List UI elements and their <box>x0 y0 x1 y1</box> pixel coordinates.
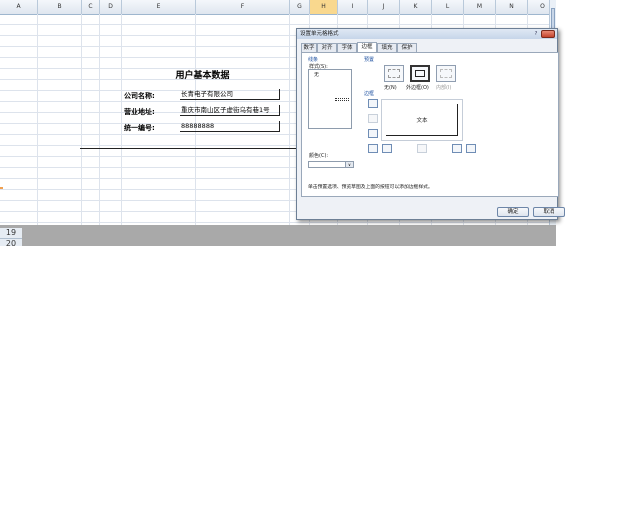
dialog-title: 设置单元格格式 <box>297 29 557 39</box>
scrollbar-thumb[interactable] <box>551 8 555 30</box>
cancel-button[interactable]: 取消 <box>533 207 565 217</box>
tab-fill[interactable]: 填充 <box>377 43 397 52</box>
preview-text: 文本 <box>416 118 428 124</box>
company-name-cell[interactable]: 长青电子有限公司 <box>180 89 280 100</box>
presets-group-label: 预置 <box>364 57 375 63</box>
border-center-button[interactable] <box>417 144 427 153</box>
column-header-g[interactable]: G <box>290 0 310 14</box>
grid-row-line <box>0 24 556 25</box>
close-icon[interactable] <box>541 30 555 38</box>
column-header-bar: ABCDEFGHIJKLMNOP <box>0 0 556 15</box>
format-cells-dialog: 设置单元格格式 ? 数字 对齐 字体 边框 填充 保护 线条 样式(S): 无 … <box>296 28 565 220</box>
border-group-label: 边框 <box>364 91 375 97</box>
tab-alignment[interactable]: 对齐 <box>317 43 337 52</box>
business-address-cell[interactable]: 重庆市南山区子虚街乌有巷1号 <box>180 105 280 116</box>
border-bottom-button[interactable] <box>368 129 378 138</box>
chevron-down-icon[interactable]: ∨ <box>345 162 353 167</box>
column-header-h[interactable]: H <box>310 0 338 14</box>
column-header-k[interactable]: K <box>400 0 432 14</box>
help-icon[interactable]: ? <box>533 31 539 37</box>
preset-inside-icon <box>440 69 452 78</box>
business-address-label: 营业地址: <box>124 108 155 116</box>
preset-inside-label: 内部(I) <box>436 85 452 91</box>
border-right-button[interactable] <box>452 144 462 153</box>
column-header-j[interactable]: J <box>368 0 400 14</box>
row-header-20[interactable]: 20 <box>0 239 22 246</box>
color-dropdown[interactable]: ∨ <box>308 161 354 168</box>
style-none-option[interactable]: 无 <box>314 71 319 78</box>
unified-number-cell[interactable]: 88888888 <box>180 121 280 132</box>
column-header-c[interactable]: C <box>82 0 100 14</box>
border-diagonal-down-button[interactable] <box>466 144 476 153</box>
column-header-f[interactable]: F <box>196 0 290 14</box>
company-name-label: 公司名称: <box>124 92 155 100</box>
style-selected-line[interactable] <box>335 98 349 101</box>
separator-line <box>80 148 298 149</box>
preset-inside-button[interactable] <box>436 65 456 82</box>
preset-none-button[interactable] <box>384 65 404 82</box>
ok-button[interactable]: 确定 <box>497 207 529 217</box>
grid-row-line <box>0 222 556 223</box>
line-style-list[interactable]: 无 <box>308 69 352 129</box>
border-diagonal-up-button[interactable] <box>368 144 378 153</box>
column-header-l[interactable]: L <box>432 0 464 14</box>
tab-number[interactable]: 数字 <box>301 43 317 52</box>
column-header-i[interactable]: I <box>338 0 368 14</box>
border-top-button[interactable] <box>368 99 378 108</box>
column-header-m[interactable]: M <box>464 0 496 14</box>
unified-number-label: 统一编号: <box>124 124 155 132</box>
border-tab-panel: 线条 样式(S): 无 颜色(C): ∨ 预置 无(N) 外边框(O) 内部(I… <box>301 52 559 197</box>
preset-none-icon <box>388 69 400 78</box>
border-left-button[interactable] <box>382 144 392 153</box>
row-header-19[interactable]: 19 <box>0 228 22 239</box>
column-header-b[interactable]: B <box>38 0 82 14</box>
column-header-n[interactable]: N <box>496 0 528 14</box>
hint-text: 单击预置选项、预览草图及上面的按钮可以添加边框样式。 <box>308 185 433 190</box>
preset-outline-label: 外边框(O) <box>406 85 429 91</box>
sheet-bottom-area: 19 20 <box>0 225 556 246</box>
column-header-a[interactable]: A <box>0 0 38 14</box>
sheet-title: 用户基本数据 <box>175 71 230 81</box>
preset-outline-button[interactable] <box>410 65 430 82</box>
tab-protection[interactable]: 保护 <box>397 43 417 52</box>
column-header-e[interactable]: E <box>122 0 196 14</box>
column-header-d[interactable]: D <box>100 0 122 14</box>
border-preview[interactable]: 文本 <box>381 99 463 141</box>
color-label: 颜色(C): <box>309 153 329 159</box>
line-group-label: 线条 <box>308 57 319 63</box>
preset-none-label: 无(N) <box>384 85 397 91</box>
border-middle-button[interactable] <box>368 114 378 123</box>
selection-marker <box>0 187 3 189</box>
tab-font[interactable]: 字体 <box>337 43 357 52</box>
preset-outline-icon <box>415 70 425 77</box>
